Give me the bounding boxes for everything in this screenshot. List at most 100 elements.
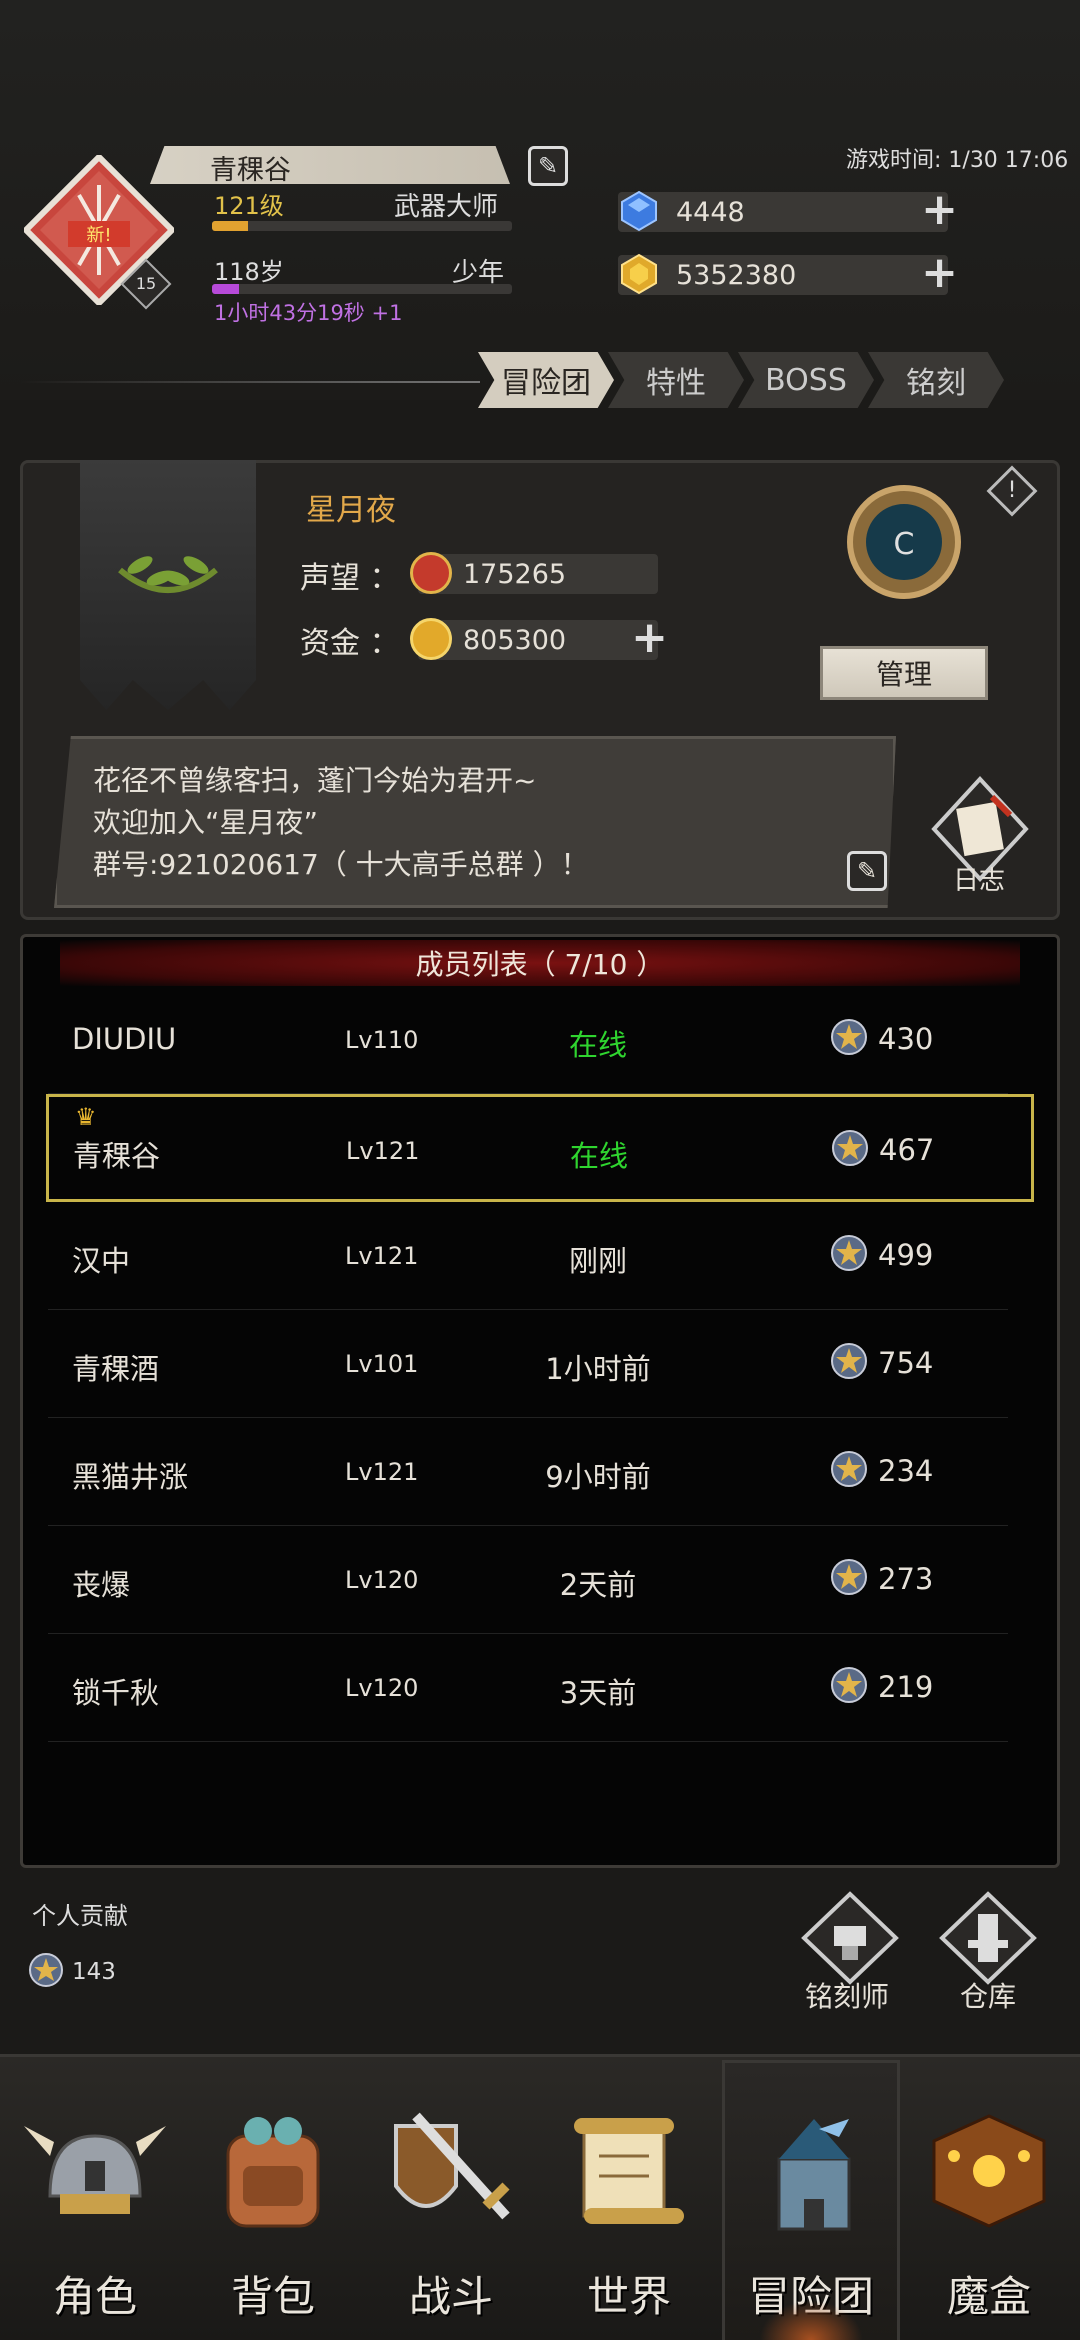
- member-status: 9小时前: [545, 1460, 651, 1494]
- nav-magic-box[interactable]: 魔盒: [900, 2060, 1078, 2340]
- member-level: Lv101: [345, 1350, 419, 1378]
- journal-label: 日志: [953, 866, 1006, 896]
- sword-shield-icon: [394, 2112, 510, 2220]
- notice-line-2: 欢迎加入“星月夜”: [93, 806, 319, 839]
- tab-inscription[interactable]: 铭刻: [868, 352, 1004, 408]
- nav-character[interactable]: 角色: [6, 2060, 184, 2340]
- nav-battle[interactable]: 战斗: [362, 2060, 540, 2340]
- member-name: 丧爆: [72, 1568, 131, 1602]
- member-row[interactable]: 汉中 Lv121 刚刚 499: [48, 1202, 1008, 1310]
- guild-banner: [80, 460, 256, 710]
- member-row[interactable]: 黑猫井涨 Lv121 9小时前 234: [48, 1418, 1008, 1526]
- tab-boss[interactable]: BOSS: [738, 352, 874, 408]
- reputation-field: 175265: [410, 552, 658, 594]
- magic-box-icon: [932, 2114, 1046, 2228]
- funds-label: 资金 ：: [300, 626, 400, 661]
- player-name-bar: 青稞谷: [150, 146, 510, 184]
- contribution-medal-icon: [29, 1953, 63, 1987]
- age-timer: 1小时43分19秒 +1: [214, 301, 403, 325]
- member-status: 刚刚: [568, 1244, 627, 1278]
- guild-notice: 花径不曾缘客扫，蓬门今始为君开~ 欢迎加入“星月夜” 群号:921020617（…: [54, 736, 896, 908]
- contribution-medal-icon: [831, 1559, 867, 1595]
- nav-backpack-label: 背包: [230, 2272, 315, 2321]
- gem-value: 4448: [676, 197, 745, 228]
- reputation-icon: [410, 552, 452, 594]
- svg-text:新!: 新!: [86, 225, 111, 246]
- member-status: 2天前: [559, 1568, 637, 1602]
- funds-field: 805300 +: [410, 616, 668, 660]
- member-contribution: 219: [878, 1670, 934, 1704]
- player-class: 武器大师: [394, 192, 499, 222]
- member-name: 青稞谷: [73, 1139, 161, 1173]
- personal-contribution-label: 个人贡献: [32, 1902, 128, 1930]
- player-level: 121级: [214, 192, 284, 220]
- contribution-medal-icon: [831, 1019, 867, 1055]
- gold-icon: [621, 253, 657, 295]
- warehouse-label: 仓库: [960, 1980, 1017, 2013]
- member-contribution: 467: [879, 1133, 935, 1167]
- member-level: Lv121: [346, 1137, 420, 1165]
- gem-counter: 4448 +: [618, 188, 958, 232]
- player-name: 青稞谷: [210, 155, 291, 186]
- member-contribution: 499: [878, 1238, 934, 1272]
- nav-adventure-group[interactable]: 冒险团: [722, 2060, 900, 2340]
- coin-icon: [410, 618, 452, 660]
- notice-line-3: 群号:921020617（ 十大高手总群 ）！: [93, 848, 589, 881]
- member-row[interactable]: DIUDIU Lv110 在线 430: [48, 986, 1008, 1094]
- laurel-icon: [118, 556, 218, 593]
- nav-world[interactable]: 世界: [540, 2060, 718, 2340]
- contribution-medal-icon: [831, 1451, 867, 1487]
- player-age: 118岁: [214, 258, 284, 286]
- helmet-icon: [24, 2126, 166, 2214]
- member-name: 锁千秋: [72, 1676, 160, 1710]
- contribution-medal-icon: [831, 1667, 867, 1703]
- edit-notice-icon[interactable]: ✎: [847, 851, 887, 891]
- nav-character-label: 角色: [52, 2272, 137, 2321]
- guild-tabs: 冒险团 特性 BOSS 铭刻: [478, 352, 1004, 408]
- member-row[interactable]: ♛ 青稞谷 Lv121 在线 467: [46, 1094, 1034, 1202]
- contribution-medal-icon: [831, 1343, 867, 1379]
- gold-value: 5352380: [676, 260, 797, 291]
- divider: [20, 381, 480, 383]
- add-funds-button[interactable]: +: [631, 616, 668, 660]
- member-status: 在线: [568, 1028, 627, 1062]
- member-row[interactable]: 锁千秋 Lv120 3天前 219: [48, 1634, 1008, 1742]
- member-status: 3天前: [559, 1676, 637, 1710]
- nav-magic-box-label: 魔盒: [946, 2272, 1031, 2321]
- crown-icon: ♛: [75, 1103, 97, 1131]
- member-status: 在线: [569, 1139, 628, 1173]
- member-level: Lv110: [345, 1026, 419, 1054]
- member-level: Lv121: [345, 1458, 419, 1486]
- member-row[interactable]: 丧爆 Lv120 2天前 273: [48, 1526, 1008, 1634]
- add-gems-button[interactable]: +: [921, 188, 958, 232]
- edit-name-icon[interactable]: ✎: [528, 146, 568, 186]
- contribution-medal-icon: [831, 1235, 867, 1271]
- level-progress-bar: [212, 221, 512, 231]
- member-list-title: 成员列表（ 7/10 ）: [60, 940, 1020, 986]
- gold-counter: 5352380 +: [618, 251, 958, 295]
- member-contribution: 754: [878, 1346, 934, 1380]
- member-contribution: 430: [878, 1022, 934, 1056]
- notice-line-1: 花径不曾缘客扫，蓬门今始为君开~: [93, 764, 537, 797]
- nav-world-label: 世界: [586, 2272, 671, 2321]
- tab-adventure-group[interactable]: 冒险团: [478, 352, 614, 408]
- backpack-icon: [226, 2117, 320, 2228]
- member-row[interactable]: 青稞酒 Lv101 1小时前 754: [48, 1310, 1008, 1418]
- member-level: Lv120: [345, 1674, 419, 1702]
- scroll-map-icon: [574, 2118, 684, 2224]
- reputation-value: 175265: [463, 559, 567, 590]
- tab-traits[interactable]: 特性: [608, 352, 744, 408]
- member-level: Lv121: [345, 1242, 419, 1270]
- gem-icon: [621, 190, 657, 232]
- nav-adventure-group-label: 冒险团: [747, 2272, 874, 2321]
- nav-backpack[interactable]: 背包: [184, 2060, 362, 2340]
- svg-text:C: C: [894, 527, 915, 562]
- manage-button[interactable]: 管理: [820, 646, 988, 700]
- member-name: 汉中: [72, 1244, 131, 1278]
- castle-icon: [777, 2119, 851, 2231]
- personal-contribution-value: 143: [72, 1959, 116, 1985]
- guild-rank-icon: C: [847, 485, 961, 599]
- add-gold-button[interactable]: +: [921, 251, 958, 295]
- member-name: 黑猫井涨: [72, 1460, 189, 1494]
- guild-name: 星月夜: [306, 493, 396, 528]
